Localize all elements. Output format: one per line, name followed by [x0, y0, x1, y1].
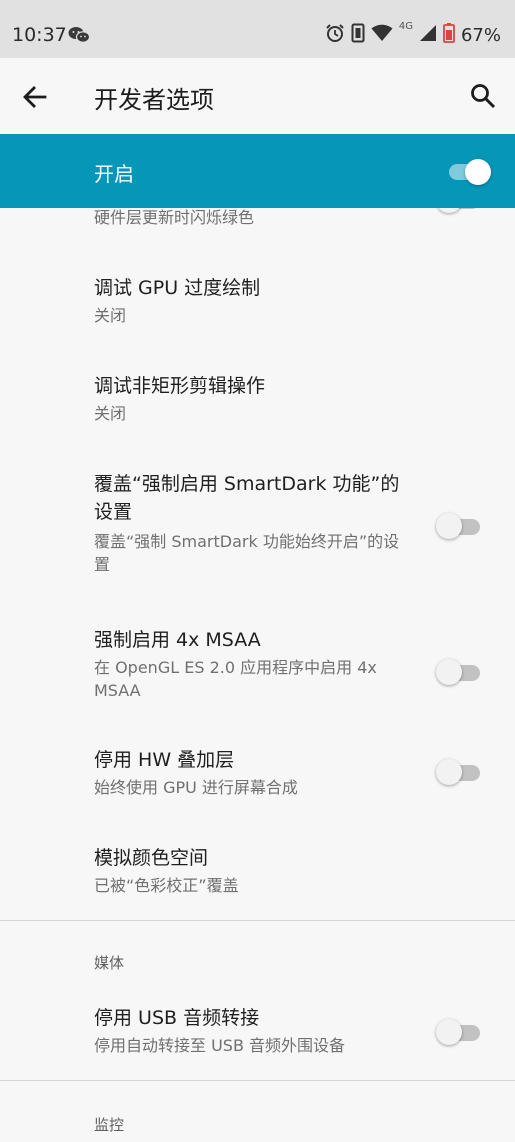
pref-summary: 硬件层更新时闪烁绿色 [94, 208, 255, 227]
pref-title: 模拟颜色空间 [94, 847, 209, 869]
battery-percentage: 67% [460, 24, 501, 46]
pref-summary: 关闭 [94, 404, 127, 423]
pref-title: 停用 HW 叠加层 [94, 749, 235, 771]
toggle-thumb [436, 1019, 462, 1045]
pref-item-simulate-color-space[interactable]: 模拟颜色空间 已被“色彩校正”覆盖 [0, 836, 515, 916]
battery-icon [443, 23, 455, 47]
pref-item-debug-gpu-overdraw[interactable]: 调试 GPU 过度绘制 关闭 [0, 264, 515, 344]
pref-summary: 关闭 [94, 306, 127, 325]
pref-item-disable-usb-audio-routing[interactable]: 停用 USB 音频转接 停用自动转接至 USB 音频外围设备 [0, 996, 515, 1076]
pref-toggle[interactable] [436, 1018, 482, 1046]
pref-item-disable-hw-overlays[interactable]: 停用 HW 叠加层 始终使用 GPU 进行屏幕合成 [0, 738, 515, 818]
pref-item-override-smartdark[interactable]: 覆盖“强制启用 SmartDark 功能”的设置 覆盖“强制 SmartDark… [0, 460, 515, 590]
wifi-icon [371, 24, 393, 46]
toggle-thumb [436, 759, 462, 785]
wechat-icon [68, 26, 91, 44]
network-type: 4G [398, 21, 413, 32]
toggle-thumb [436, 513, 462, 539]
pref-title: 调试非矩形剪辑操作 [94, 375, 266, 397]
pref-title: 强制启用 4x MSAA [94, 629, 261, 651]
pref-toggle[interactable] [436, 658, 482, 686]
pref-title: 调试 GPU 过度绘制 [94, 277, 261, 299]
toggle-thumb [436, 208, 462, 213]
pref-item-force-4x-msaa[interactable]: 强制启用 4x MSAA 在 OpenGL ES 2.0 应用程序中启用 4x … [0, 616, 515, 716]
pref-title: 覆盖“强制启用 SmartDark 功能”的设置 [94, 473, 400, 523]
page-title: 开发者选项 [94, 86, 214, 114]
pref-toggle[interactable] [436, 208, 482, 214]
toggle-thumb [436, 659, 462, 685]
arrow-back-icon[interactable] [20, 82, 50, 112]
signal-icon [419, 24, 437, 46]
master-switch-bar[interactable]: 开启 [0, 134, 515, 208]
pref-summary: 在 OpenGL ES 2.0 应用程序中启用 4x MSAA [94, 658, 377, 700]
preferences-list[interactable]: 硬件层更新时闪烁绿色 调试 GPU 过度绘制 关闭 调试非矩形剪辑操作 关闭 覆… [0, 208, 515, 1142]
master-switch-label: 开启 [94, 162, 134, 186]
section-divider [0, 920, 515, 921]
developer-options-screen: 10:37 4G 67% 开发者选项 开启 硬件层更新时闪烁绿色 调试 GPU … [0, 0, 515, 1142]
vibrate-icon [351, 23, 365, 47]
category-header-media: 媒体 [94, 954, 125, 972]
pref-item-show-hw-layer-updates[interactable]: 硬件层更新时闪烁绿色 [0, 208, 515, 244]
status-icons: 4G 67% [325, 21, 501, 47]
pref-toggle[interactable] [436, 758, 482, 786]
pref-summary: 始终使用 GPU 进行屏幕合成 [94, 778, 298, 797]
search-icon[interactable] [469, 82, 497, 110]
pref-summary: 覆盖“强制 SmartDark 功能始终开启”的设置 [94, 532, 400, 574]
category-header-monitoring: 监控 [94, 1116, 125, 1134]
pref-toggle[interactable] [436, 512, 482, 540]
status-time: 10:37 [12, 24, 67, 46]
status-bar: 10:37 4G 67% [0, 0, 515, 58]
alarm-icon [325, 23, 345, 47]
pref-summary: 已被“色彩校正”覆盖 [94, 876, 239, 895]
pref-summary: 停用自动转接至 USB 音频外围设备 [94, 1036, 346, 1055]
toggle-thumb [465, 159, 491, 185]
pref-item-debug-non-rect-clip[interactable]: 调试非矩形剪辑操作 关闭 [0, 362, 515, 442]
app-bar: 开发者选项 [0, 58, 515, 134]
section-divider [0, 1080, 515, 1081]
master-switch-toggle[interactable] [449, 159, 491, 185]
pref-title: 停用 USB 音频转接 [94, 1007, 260, 1029]
